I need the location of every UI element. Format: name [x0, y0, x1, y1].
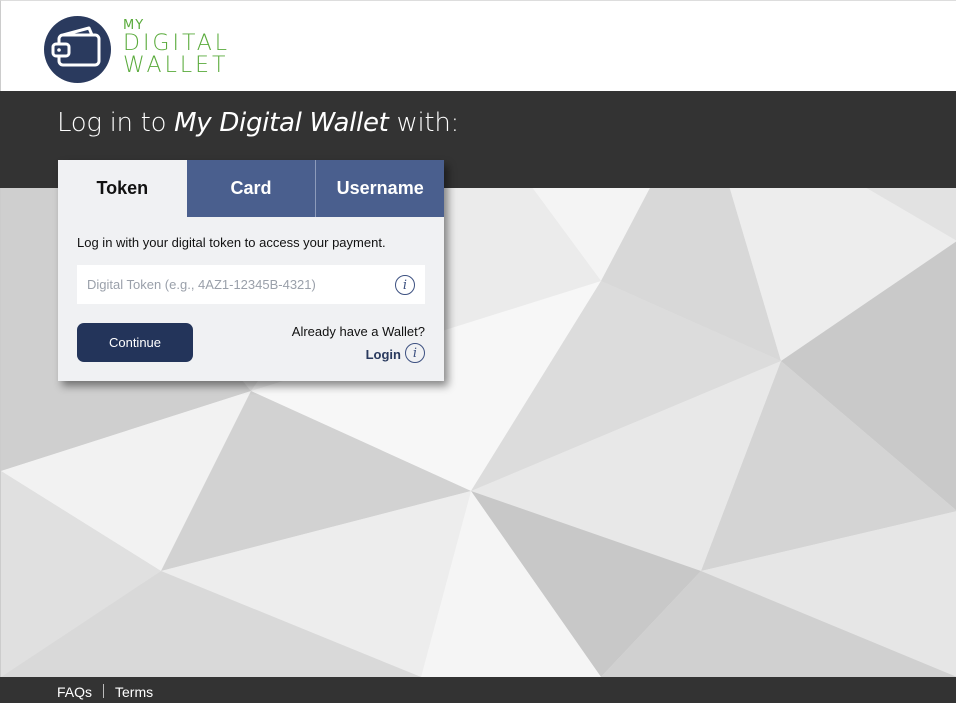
already-have-wallet-text: Already have a Wallet? [291, 324, 425, 339]
wallet-icon[interactable] [44, 16, 111, 83]
logo-text: MY DIGITAL WALLET [123, 19, 230, 77]
login-link[interactable]: Login [366, 347, 401, 362]
tab-card[interactable]: Card [186, 160, 316, 217]
info-icon[interactable]: i [395, 275, 415, 295]
tab-token[interactable]: Token [58, 160, 187, 217]
logo-line-3: WALLET [123, 53, 229, 78]
logo-line-2: DIGITAL [123, 31, 231, 56]
headline-brand: My Digital Wallet [174, 108, 389, 138]
faqs-link[interactable]: FAQs [57, 684, 92, 700]
login-tabs: Token Card Username [58, 160, 445, 217]
token-description: Log in with your digital token to access… [77, 235, 386, 250]
login-info-icon[interactable]: i [405, 343, 425, 363]
header: MY DIGITAL WALLET [0, 0, 956, 91]
continue-button[interactable]: Continue [77, 323, 193, 362]
login-card: Token Card Username Log in with your dig… [58, 160, 445, 381]
page-title: Log in to My Digital Wallet with: [57, 108, 459, 138]
footer-divider [103, 684, 104, 698]
tab-username[interactable]: Username [315, 160, 445, 217]
headline-suffix: with: [388, 108, 460, 138]
footer: FAQs Terms [0, 677, 956, 703]
terms-link[interactable]: Terms [115, 684, 153, 700]
token-input[interactable] [77, 265, 425, 304]
headline-prefix: Log in to [57, 108, 175, 138]
